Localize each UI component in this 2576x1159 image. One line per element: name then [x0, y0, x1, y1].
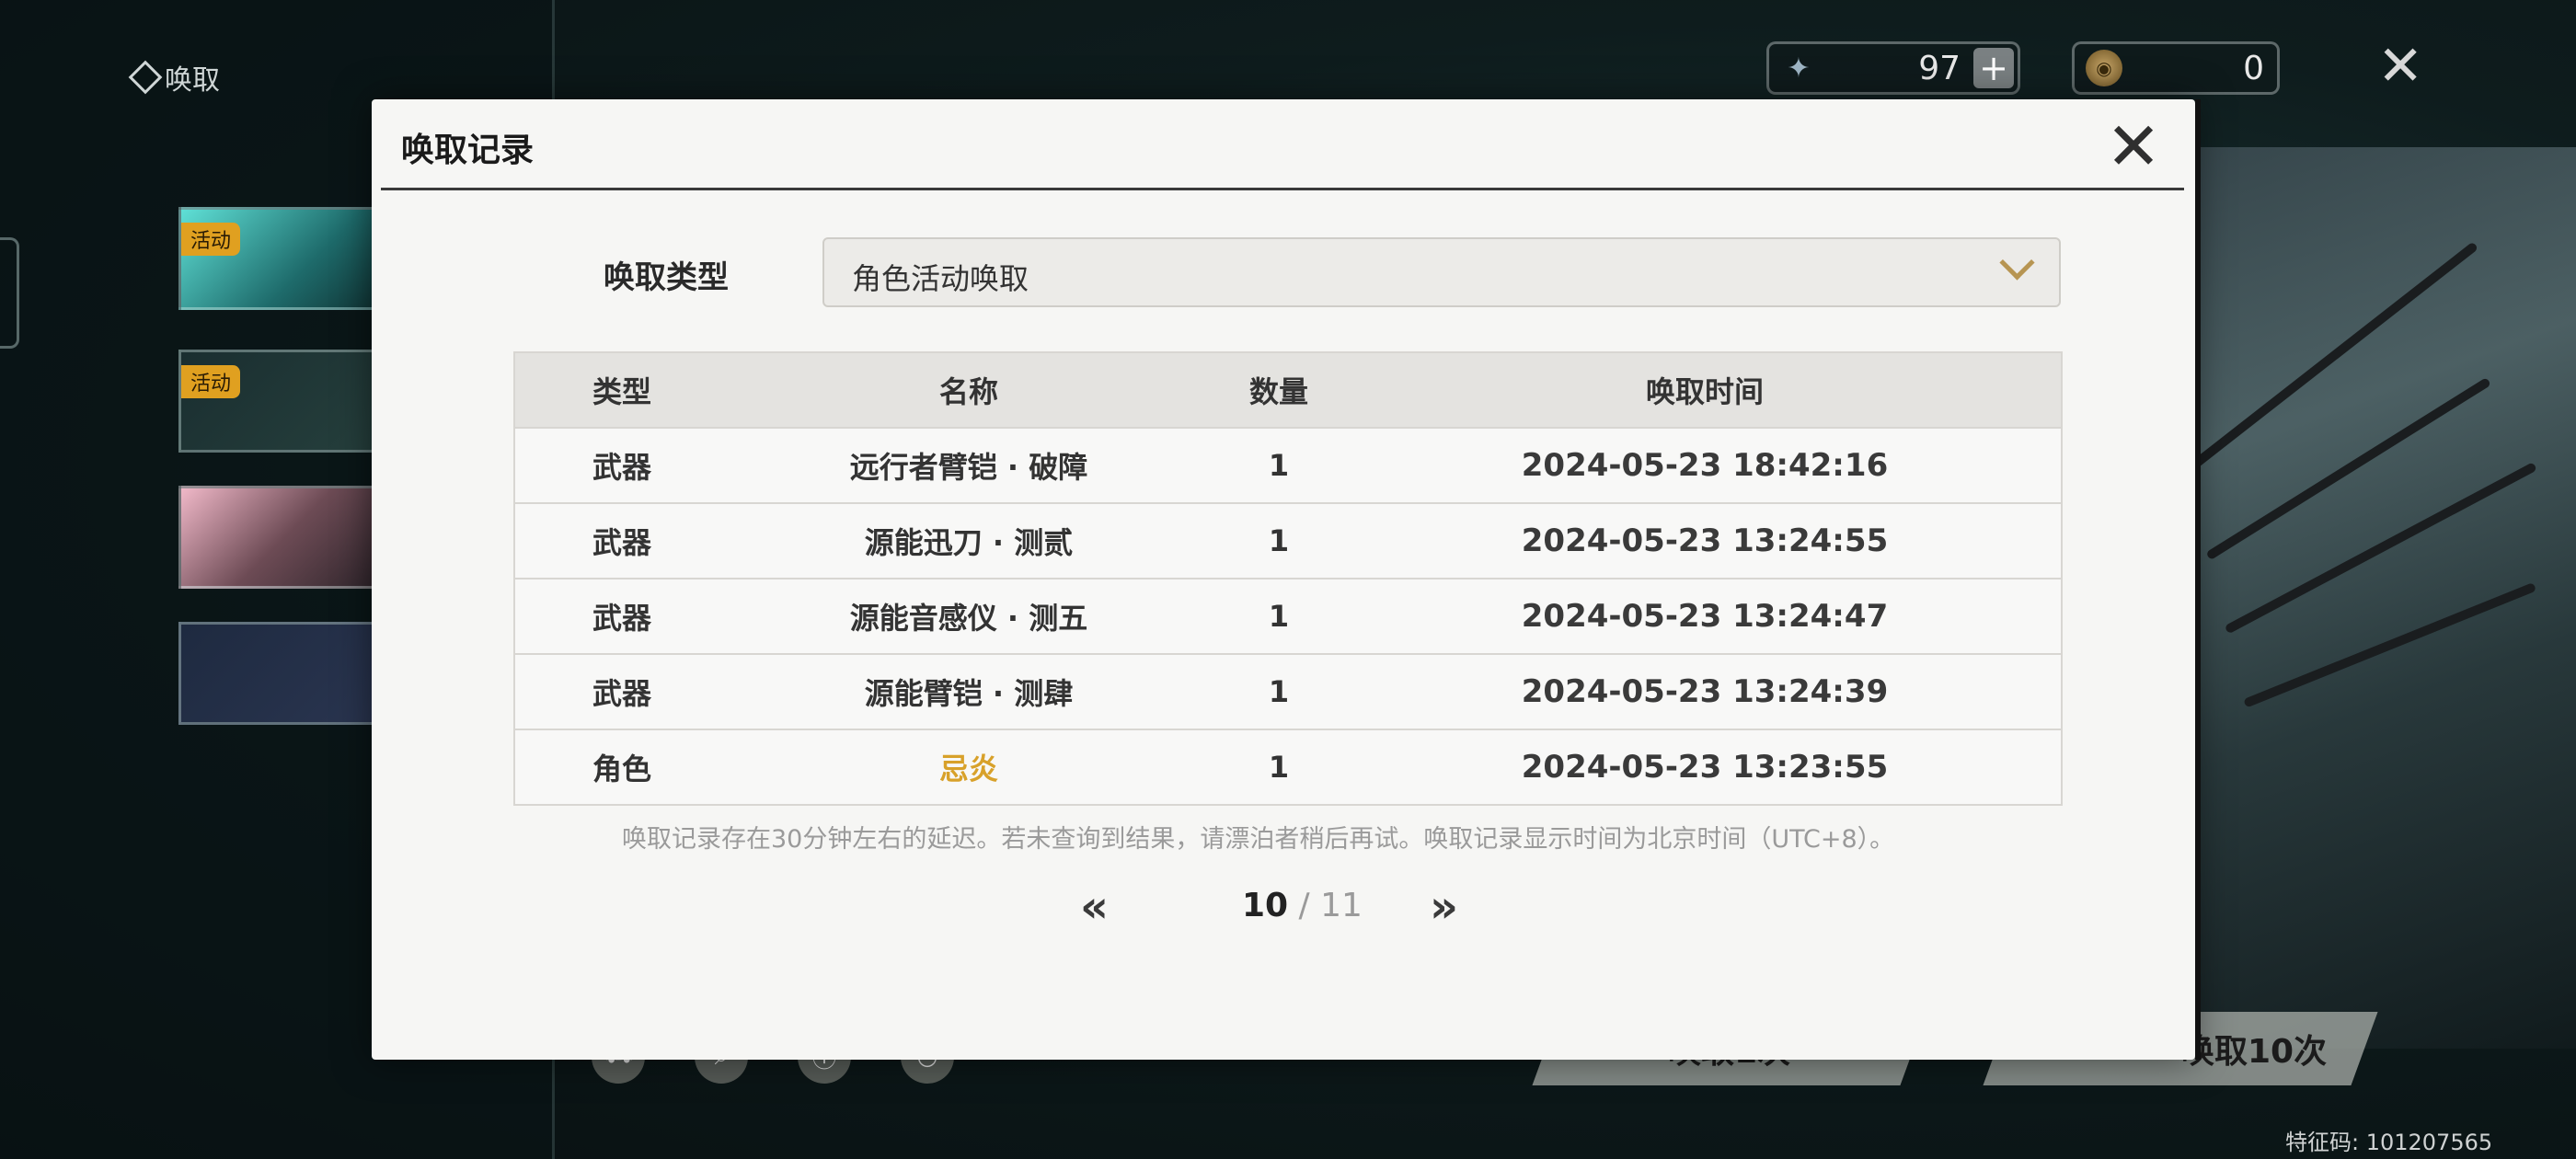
dialog-title: 唤取记录: [401, 132, 535, 169]
table-row: 武器 源能音感仪 · 测五 1 2024-05-23 13:24:47: [514, 579, 2062, 655]
chevron-down-icon: [1999, 245, 2035, 281]
column-header-name: 名称: [729, 352, 1209, 429]
cell-count: 1: [1209, 428, 1349, 504]
table-row: 武器 源能臂铠 · 测肆 1 2024-05-23 13:24:39: [514, 654, 2062, 730]
premium-currency-counter: ✦ 97 +: [1766, 41, 2020, 95]
page-indicator: 10 / 11: [1242, 887, 1363, 924]
cell-time: 2024-05-23 13:24:47: [1349, 579, 2062, 655]
cell-count: 1: [1209, 729, 1349, 805]
cell-name: 源能迅刀 · 测贰: [729, 503, 1209, 580]
cell-count: 1: [1209, 579, 1349, 655]
event-tag: 活动: [181, 223, 241, 256]
filter-label: 唤取类型: [604, 259, 729, 296]
cell-type: 武器: [514, 654, 729, 730]
cell-name: 源能臂铠 · 测肆: [729, 654, 1209, 730]
coin-currency-value: 0: [2243, 49, 2264, 87]
table-row: 武器 源能迅刀 · 测贰 1 2024-05-23 13:24:55: [514, 503, 2062, 580]
column-header-time: 唤取时间: [1349, 352, 2062, 429]
previous-page-icon[interactable]: «: [1080, 881, 1109, 933]
column-header-count: 数量: [1209, 352, 1349, 429]
close-page-icon[interactable]: ✕: [2377, 39, 2423, 94]
table-row: 角色 忌炎 1 2024-05-23 13:23:55: [514, 729, 2062, 805]
convene-type-value: 角色活动唤取: [852, 261, 1029, 296]
cell-time: 2024-05-23 13:23:55: [1349, 729, 2062, 805]
table-header-row: 类型 名称 数量 唤取时间: [514, 352, 2062, 429]
page-separator: /: [1288, 887, 1321, 924]
table-row: 武器 远行者臂铠 · 破障 1 2024-05-23 18:42:16: [514, 428, 2062, 504]
cell-count: 1: [1209, 654, 1349, 730]
current-page: 10: [1242, 887, 1289, 924]
cell-time: 2024-05-23 13:24:39: [1349, 654, 2062, 730]
coin-currency-counter: ◉ 0: [2072, 41, 2280, 95]
cell-count: 1: [1209, 503, 1349, 580]
delay-notice: 唤取记录存在30分钟左右的延迟。若未查询到结果，请漂泊者稍后再试。唤取记录显示时…: [622, 825, 1895, 854]
cell-type: 武器: [514, 503, 729, 580]
event-tag: 活动: [181, 365, 241, 398]
records-table: 类型 名称 数量 唤取时间 武器 远行者臂铠 · 破障 1 2024-05-23…: [513, 351, 2063, 806]
cell-name-highlight: 忌炎: [729, 729, 1209, 805]
dialog-edge: [2195, 99, 2201, 1060]
add-currency-button[interactable]: +: [1973, 48, 2014, 88]
banner-card[interactable]: [178, 622, 390, 725]
cell-type: 角色: [514, 729, 729, 805]
cell-name: 源能音感仪 · 测五: [729, 579, 1209, 655]
close-icon[interactable]: ✕: [2101, 113, 2166, 179]
header-divider: [381, 188, 2184, 190]
side-tab-handle[interactable]: [0, 237, 19, 349]
banner-card[interactable]: [178, 486, 390, 589]
total-pages: 11: [1320, 887, 1363, 924]
convene-history-dialog: 唤取记录 ✕ 唤取类型 角色活动唤取 类型 名称 数量 唤取时间 武器 远行者臂…: [372, 99, 2195, 1060]
cell-type: 武器: [514, 428, 729, 504]
cell-time: 2024-05-23 13:24:55: [1349, 503, 2062, 580]
star-currency-icon: ✦: [1787, 52, 1811, 85]
convene-type-select[interactable]: 角色活动唤取: [822, 237, 2061, 307]
pull-ten-label: 唤取10次: [2180, 1033, 2328, 1071]
next-page-icon[interactable]: »: [1430, 881, 1458, 933]
convene-icon: [128, 60, 163, 95]
banner-card[interactable]: 活动: [178, 350, 390, 453]
pagination: « 10 / 11 »: [1080, 881, 1503, 940]
page-title-label: 唤取: [165, 64, 220, 97]
page-title: 唤取: [128, 57, 220, 98]
feature-code: 特征码: 101207565: [2285, 1130, 2493, 1155]
cell-name: 远行者臂铠 · 破障: [729, 428, 1209, 504]
cell-time: 2024-05-23 18:42:16: [1349, 428, 2062, 504]
dialog-header: 唤取记录 ✕: [372, 99, 2195, 188]
banner-card[interactable]: 活动: [178, 207, 390, 310]
column-header-type: 类型: [514, 352, 729, 429]
premium-currency-value: 97: [1918, 49, 1961, 87]
coin-currency-icon: ◉: [2086, 50, 2122, 86]
cell-type: 武器: [514, 579, 729, 655]
